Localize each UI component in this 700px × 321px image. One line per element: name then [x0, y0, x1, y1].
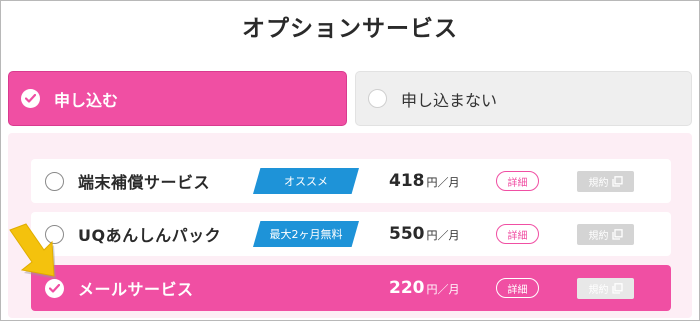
detail-button[interactable]: 詳細 — [496, 278, 539, 298]
radio-icon — [368, 89, 387, 108]
service-name: 端末補償サービス — [78, 173, 211, 192]
pointer-arrow-icon — [9, 223, 56, 279]
service-row-mail-service[interactable]: メールサービス 220 円／月 詳細 規約 — [31, 265, 671, 311]
price-amount: 418 — [389, 171, 425, 191]
price-amount: 220 — [389, 278, 425, 298]
terms-label: 規約 — [588, 177, 609, 189]
price-unit: 円／月 — [426, 283, 460, 296]
price-amount: 550 — [389, 224, 425, 244]
terms-label: 規約 — [588, 230, 609, 242]
decline-option-label: 申し込まない — [401, 90, 498, 110]
detail-button[interactable]: 詳細 — [496, 224, 539, 244]
price-unit: 円／月 — [426, 176, 460, 189]
service-name: UQあんしんパック — [78, 226, 222, 245]
apply-option-label: 申し込む — [54, 90, 119, 110]
external-link-icon — [611, 228, 623, 240]
service-row-uq-anshin-pack[interactable]: UQあんしんパック 最大2ヶ月無料 550 円／月 詳細 規約 — [31, 212, 671, 256]
detail-button[interactable]: 詳細 — [496, 171, 539, 191]
terms-button[interactable]: 規約 — [577, 170, 634, 192]
check-icon — [21, 89, 40, 108]
apply-option[interactable]: 申し込む — [8, 71, 347, 126]
service-badge: 最大2ヶ月無料 — [253, 221, 359, 247]
terms-button[interactable]: 規約 — [577, 277, 634, 299]
radio-icon[interactable] — [45, 171, 64, 191]
service-price: 550 円／月 — [389, 224, 460, 244]
service-name: メールサービス — [78, 280, 194, 299]
external-link-icon — [611, 282, 623, 294]
page-title: オプションサービス — [242, 16, 458, 42]
decline-option[interactable]: 申し込まない — [355, 71, 692, 126]
service-price: 220 円／月 — [389, 278, 460, 298]
service-row-device-protection[interactable]: 端末補償サービス オススメ 418 円／月 詳細 規約 — [31, 159, 671, 203]
terms-label: 規約 — [588, 284, 609, 296]
external-link-icon — [611, 175, 623, 187]
service-badge: オススメ — [253, 168, 359, 194]
terms-button[interactable]: 規約 — [577, 223, 634, 245]
service-price: 418 円／月 — [389, 171, 460, 191]
price-unit: 円／月 — [426, 229, 460, 242]
